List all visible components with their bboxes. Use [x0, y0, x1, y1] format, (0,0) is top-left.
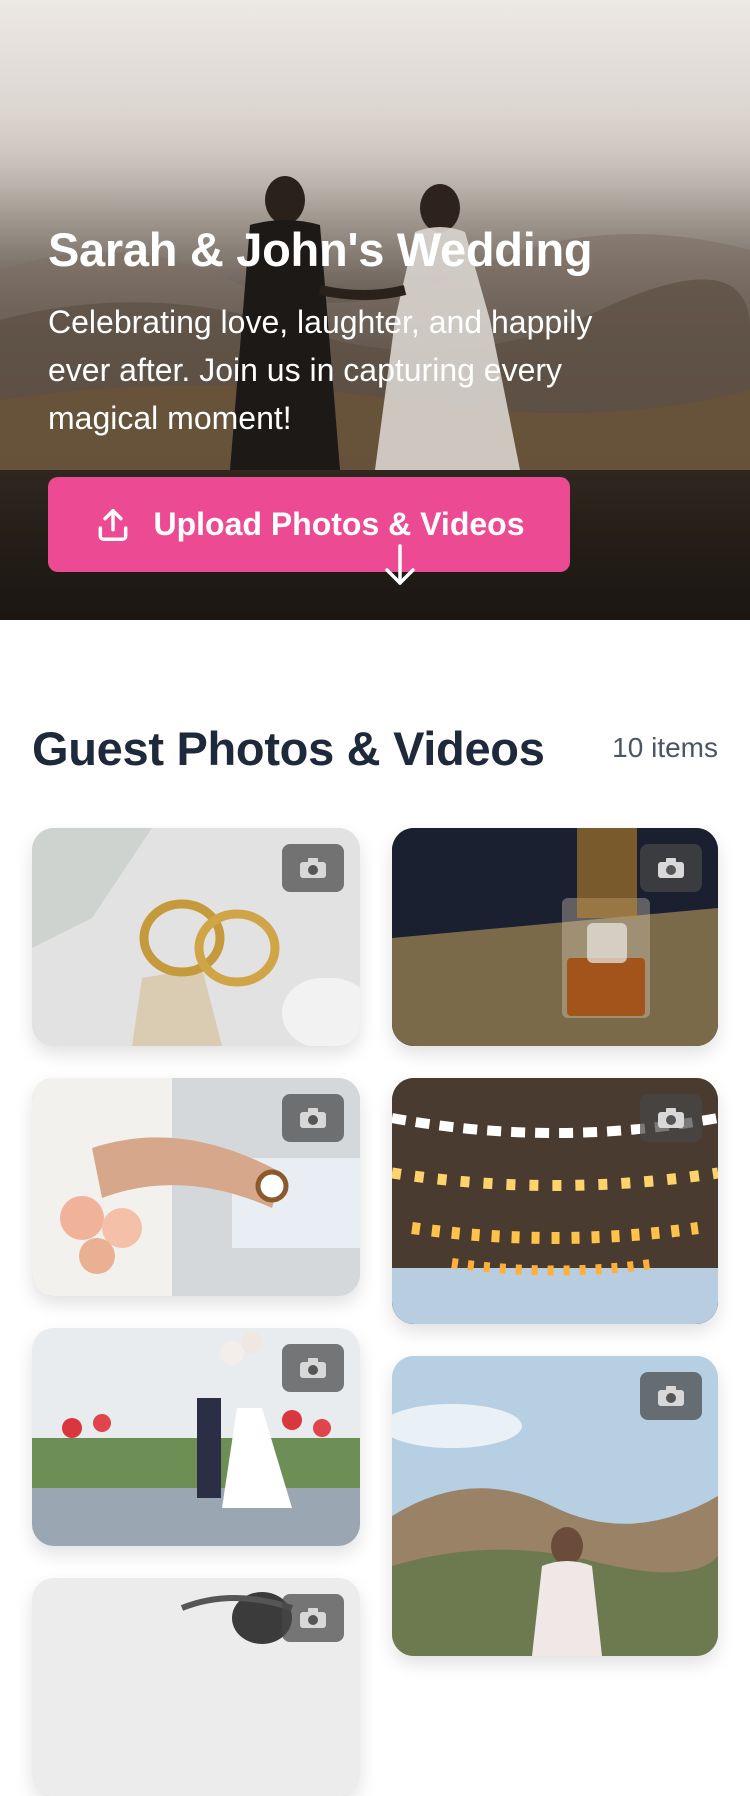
camera-icon — [300, 1358, 326, 1378]
camera-icon — [658, 1386, 684, 1406]
upload-button[interactable]: Upload Photos & Videos — [48, 477, 570, 572]
camera-icon — [658, 1108, 684, 1128]
media-type-badge — [282, 1594, 344, 1642]
gallery-tile-wedding-rings[interactable] — [32, 828, 360, 1046]
camera-icon — [300, 1108, 326, 1128]
camera-icon — [300, 1608, 326, 1628]
arrow-down-icon[interactable] — [383, 543, 417, 587]
upload-button-label: Upload Photos & Videos — [153, 506, 525, 542]
media-type-badge — [640, 1372, 702, 1420]
media-type-badge — [640, 1094, 702, 1142]
gallery-title: Guest Photos & Videos — [32, 721, 545, 775]
upload-icon — [98, 508, 127, 541]
gallery-tile-cocktail[interactable] — [392, 828, 718, 1046]
media-type-badge — [282, 844, 344, 892]
media-type-badge — [282, 1094, 344, 1142]
gallery-tile-ceremony[interactable] — [32, 1328, 360, 1546]
camera-icon — [658, 858, 684, 878]
media-type-badge — [640, 844, 702, 892]
gallery-header: Guest Photos & Videos 10 items — [32, 718, 718, 778]
gallery-tile-bw-couple[interactable] — [32, 1578, 360, 1796]
item-count: 10 items — [612, 732, 718, 763]
camera-icon — [300, 858, 326, 878]
hero-banner: Sarah & John's Wedding Celebrating love,… — [0, 0, 750, 620]
gallery-tile-bride-mountains[interactable] — [392, 1356, 718, 1656]
hero-content: Sarah & John's Wedding Celebrating love,… — [48, 222, 708, 442]
event-title: Sarah & John's Wedding — [48, 223, 593, 276]
gallery-tile-string-lights[interactable] — [392, 1078, 718, 1324]
media-type-badge — [282, 1344, 344, 1392]
event-description: Celebrating love, laughter, and happily … — [48, 304, 593, 436]
gallery-tile-holding-hands[interactable] — [32, 1078, 360, 1296]
